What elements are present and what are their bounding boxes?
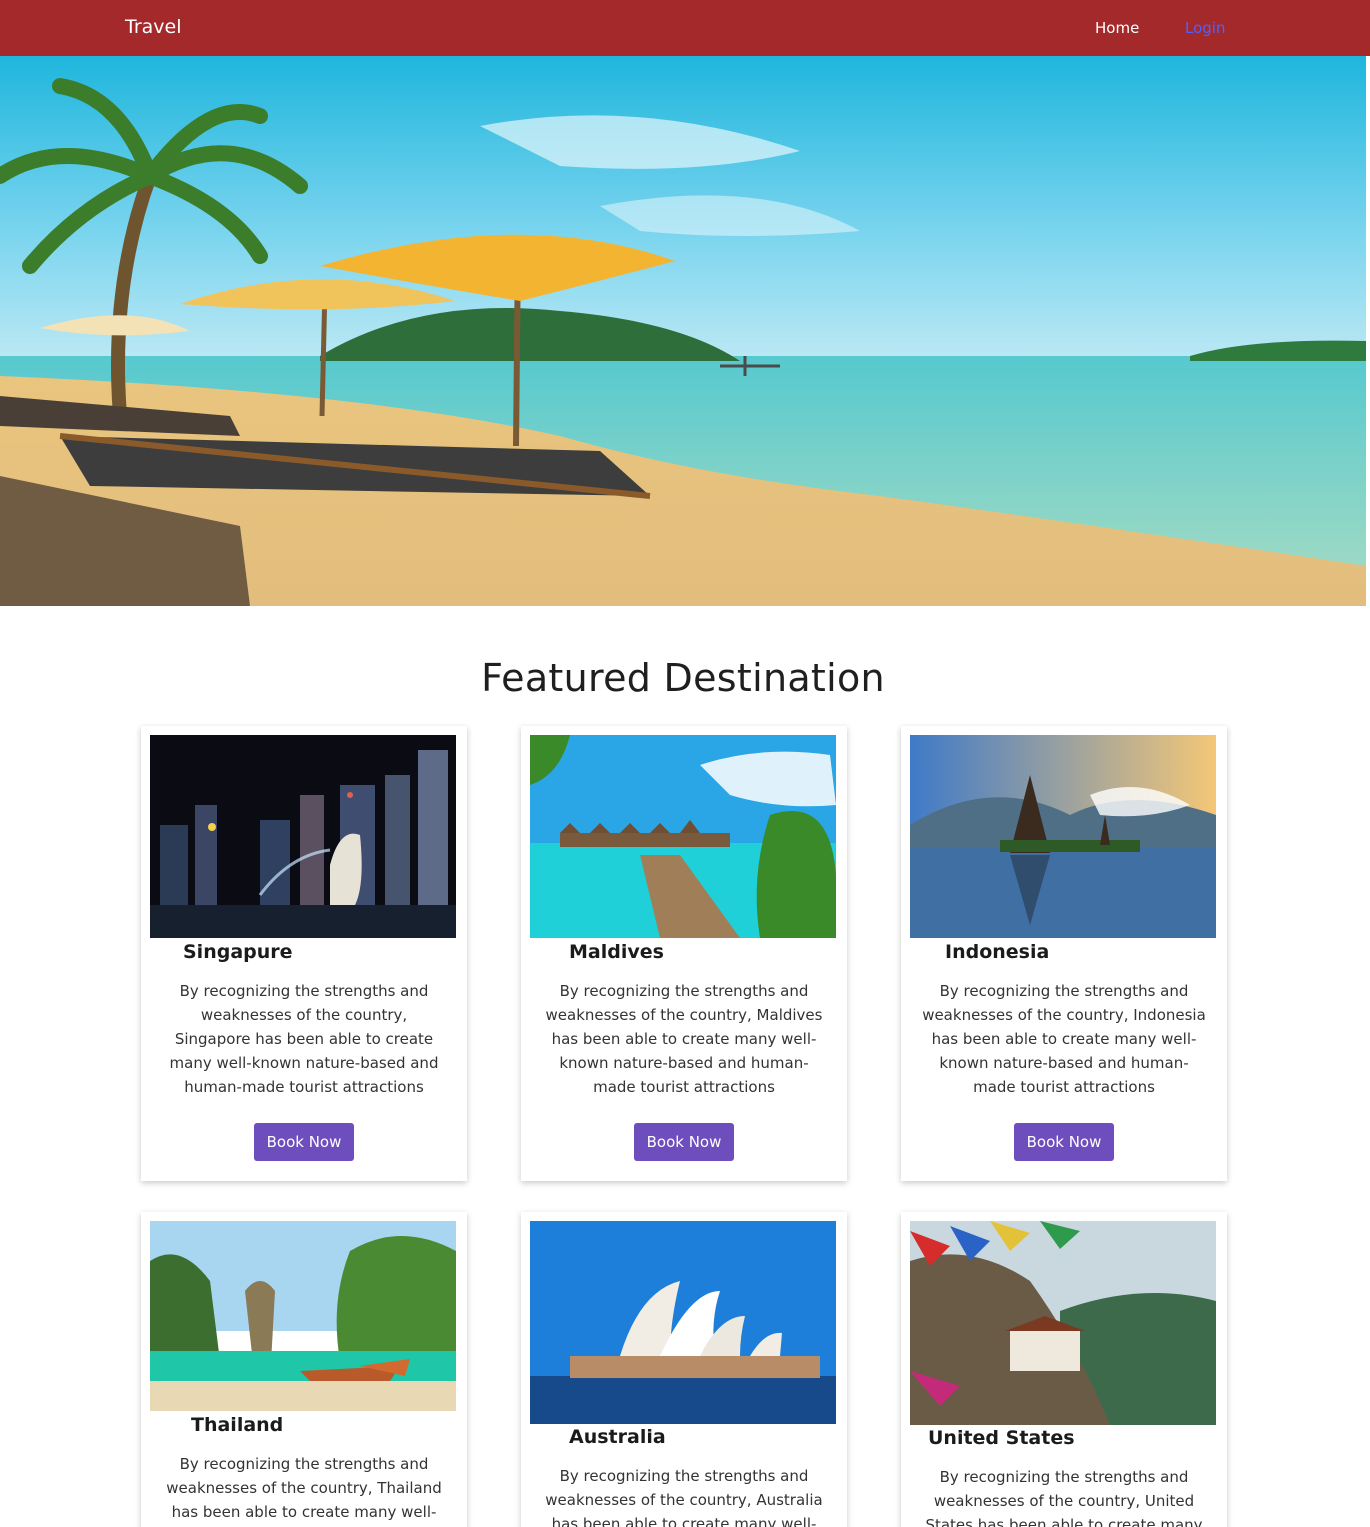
destination-image	[910, 735, 1216, 938]
navbar: Travel Home Login	[0, 0, 1370, 56]
destination-image	[910, 1221, 1216, 1425]
destination-image	[150, 1221, 456, 1411]
book-now-button[interactable]: Book Now	[254, 1123, 354, 1161]
book-now-button[interactable]: Book Now	[1014, 1123, 1114, 1161]
hero-banner-image	[0, 56, 1366, 606]
destination-name: Indonesia	[945, 941, 1050, 963]
destination-card: United States By recognizing the strengt…	[901, 1212, 1227, 1527]
book-now-button[interactable]: Book Now	[634, 1123, 734, 1161]
destination-card: Australia By recognizing the strengths a…	[521, 1212, 847, 1527]
destination-description: By recognizing the strengths and weaknes…	[545, 1467, 823, 1527]
section-title: Featured Destination	[481, 656, 885, 700]
destination-name: Maldives	[569, 941, 664, 963]
destination-card: Maldives By recognizing the strengths an…	[521, 726, 847, 1181]
destination-description: By recognizing the strengths and weaknes…	[169, 982, 439, 1096]
destination-image	[150, 735, 456, 938]
brand-logo-link[interactable]: Travel	[125, 16, 181, 38]
destination-name: Thailand	[191, 1414, 284, 1436]
destination-card: Indonesia By recognizing the strengths a…	[901, 726, 1227, 1181]
destination-description: By recognizing the strengths and weaknes…	[545, 982, 823, 1096]
destination-image	[530, 1221, 836, 1424]
destination-description: By recognizing the strengths and weaknes…	[922, 982, 1206, 1096]
destination-description: By recognizing the strengths and weaknes…	[166, 1455, 442, 1521]
destination-image	[530, 735, 836, 938]
destination-name: Singapure	[183, 941, 293, 963]
destination-name: Australia	[569, 1426, 666, 1448]
nav-home-link[interactable]: Home	[1095, 19, 1139, 37]
destination-name: United States	[928, 1427, 1075, 1449]
destination-card: Thailand By recognizing the strengths an…	[141, 1212, 467, 1527]
nav-login-link[interactable]: Login	[1185, 19, 1225, 37]
destination-card: Singapure By recognizing the strengths a…	[141, 726, 467, 1181]
destination-description: By recognizing the strengths and weaknes…	[925, 1468, 1203, 1527]
